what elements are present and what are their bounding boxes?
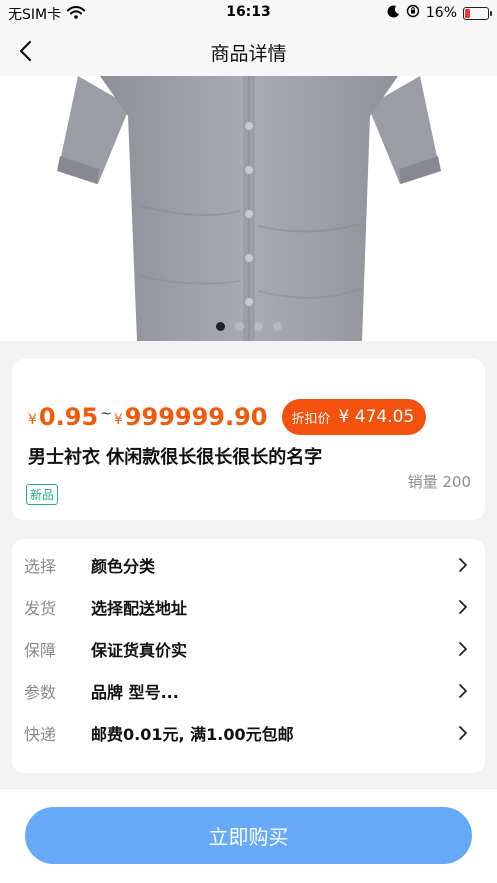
price-high: 999999.90 xyxy=(124,403,268,431)
status-right: 16% xyxy=(387,4,492,22)
price-low: 0.95 xyxy=(38,403,99,431)
bottom-action-bar: 立即购买 xyxy=(0,788,497,883)
option-label: 保障 xyxy=(24,641,57,660)
orientation-lock-icon xyxy=(406,4,420,22)
price-row: ¥ 0.95 ~ ¥ 999999.90 折扣价 ¥ 474.05 xyxy=(28,399,427,435)
options-card: 选择 颜色分类 发货 选择配送地址 保障 保证货真价实 参数 品牌 型号... … xyxy=(12,539,485,773)
option-label: 快递 xyxy=(24,725,57,744)
product-info-card: ¥ 0.95 ~ ¥ 999999.90 折扣价 ¥ 474.05 男士衬衣 休… xyxy=(12,359,485,520)
chevron-right-icon xyxy=(459,600,467,614)
buy-now-button[interactable]: 立即购买 xyxy=(25,807,472,864)
currency-symbol: ¥ xyxy=(28,412,37,428)
product-name: 男士衬衣 休闲款很长很长很长的名字 xyxy=(28,447,323,468)
battery-percent: 16% xyxy=(425,5,457,21)
chevron-right-icon xyxy=(459,726,467,740)
nav-bar: 商品详情 xyxy=(0,26,497,76)
option-row-guarantee[interactable]: 保障 保证货真价实 xyxy=(12,628,485,670)
chevron-right-icon xyxy=(459,642,467,656)
option-row-params[interactable]: 参数 品牌 型号... xyxy=(12,670,485,712)
option-value: 邮费0.01元, 满1.00元包邮 xyxy=(91,725,294,744)
option-label: 发货 xyxy=(24,599,57,618)
price-separator: ~ xyxy=(100,406,112,422)
chevron-right-icon xyxy=(459,558,467,572)
option-value: 选择配送地址 xyxy=(91,599,188,618)
carousel-dot[interactable] xyxy=(253,322,263,331)
option-label: 选择 xyxy=(24,557,57,576)
page-title: 商品详情 xyxy=(210,43,287,65)
moon-icon xyxy=(387,4,400,22)
currency-symbol: ¥ xyxy=(113,412,123,428)
new-tag: 新品 xyxy=(26,484,59,505)
option-row-spec[interactable]: 选择 颜色分类 xyxy=(12,544,485,586)
option-label: 参数 xyxy=(24,683,57,702)
discount-price: ¥ 474.05 xyxy=(338,407,415,427)
product-image-carousel[interactable] xyxy=(0,76,497,341)
battery-icon xyxy=(463,6,492,20)
carousel-dot[interactable] xyxy=(272,322,282,331)
status-bar: 无SIM卡 16:13 16% xyxy=(0,0,497,26)
option-value: 保证货真价实 xyxy=(91,641,188,660)
carousel-pagination xyxy=(0,322,497,331)
option-value: 颜色分类 xyxy=(91,557,156,576)
discount-label: 折扣价 xyxy=(291,411,331,427)
option-row-delivery[interactable]: 快递 邮费0.01元, 满1.00元包邮 xyxy=(12,712,485,754)
carousel-dot[interactable] xyxy=(215,322,225,331)
chevron-right-icon xyxy=(459,684,467,698)
sales-count: 销量 200 xyxy=(407,473,471,491)
option-row-shipping[interactable]: 发货 选择配送地址 xyxy=(12,586,485,628)
carousel-dot[interactable] xyxy=(234,322,244,331)
product-image xyxy=(0,76,497,341)
discount-badge: 折扣价 ¥ 474.05 xyxy=(281,399,427,435)
option-value: 品牌 型号... xyxy=(91,683,179,702)
